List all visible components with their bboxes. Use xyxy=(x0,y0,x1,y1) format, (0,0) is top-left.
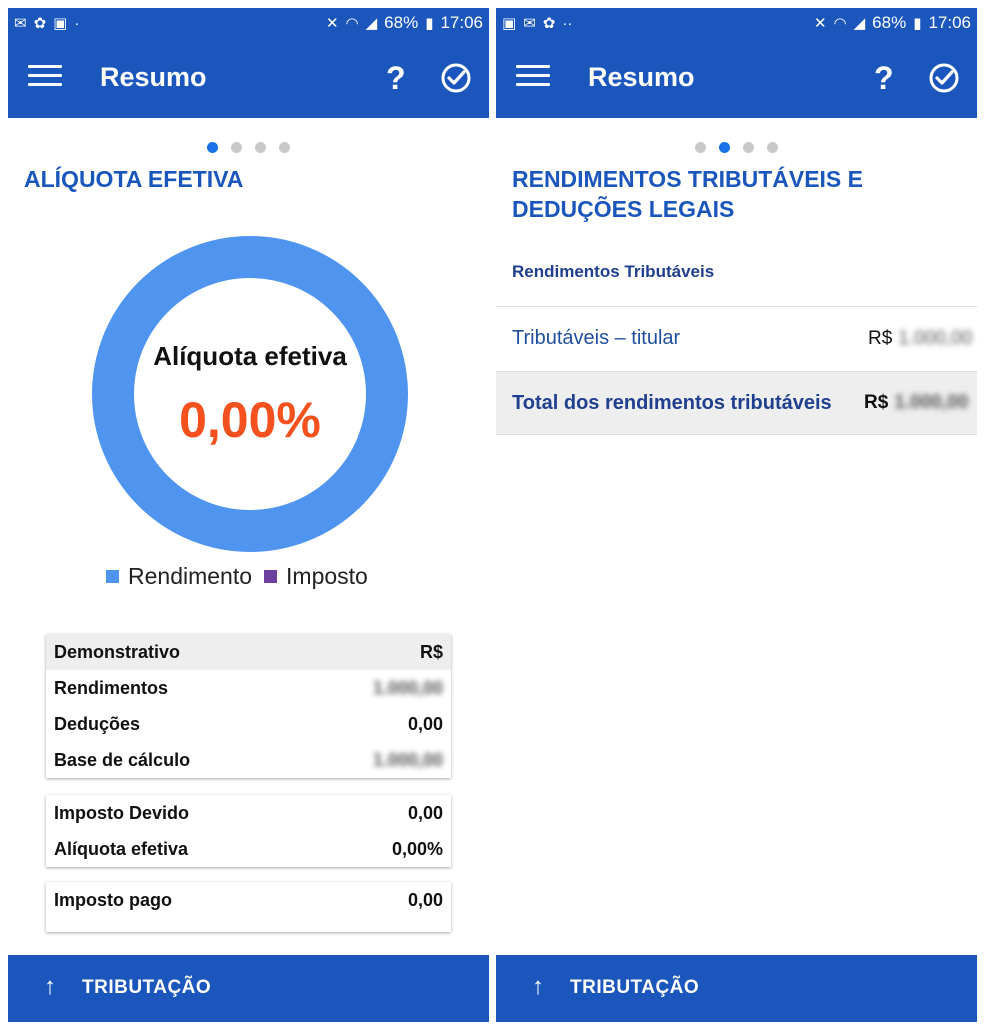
help-icon[interactable]: ? xyxy=(874,60,894,97)
section-title-line2: DEDUÇÕES LEGAIS xyxy=(512,196,735,222)
sync-icon: ✿ xyxy=(33,14,47,32)
table-row: Rendimentos 1.000,00 xyxy=(46,670,451,706)
photo-icon: ▣ xyxy=(53,14,68,32)
screen-rendimentos-tributaveis: ▣ ✉ ✿ ·· ✕ ◠ ◢ 68% ▮ 17:06 Resumo ? REND… xyxy=(496,0,977,1032)
mute-icon: ✕ xyxy=(325,14,339,32)
chart-legend: Rendimento Imposto xyxy=(106,563,380,590)
page-dot-3[interactable] xyxy=(743,142,754,153)
donut-label: Alíquota efetiva xyxy=(153,341,347,371)
donut-chart: Alíquota efetiva 0,00% xyxy=(92,236,408,552)
tributacao-button[interactable]: ↑ TRIBUTAÇÃO xyxy=(8,955,489,1022)
table-row: Imposto pago 0,00 xyxy=(46,882,451,918)
row-label: Rendimentos xyxy=(54,677,169,698)
photo-icon: ▣ xyxy=(502,14,517,32)
card-imposto-pago: Imposto pago 0,00 xyxy=(46,882,451,932)
legend-swatch xyxy=(264,570,278,583)
list-item-label: Tributáveis – titular xyxy=(512,327,681,349)
page-dot-1[interactable] xyxy=(207,142,218,153)
page-dot-1[interactable] xyxy=(695,142,706,153)
legend-swatch xyxy=(106,570,119,583)
list-item-value: R$ 1.000,00 xyxy=(868,328,972,350)
donut-value: 0,00% xyxy=(179,392,321,448)
check-circle-icon[interactable] xyxy=(440,62,472,94)
gmail-icon: ✉ xyxy=(14,14,27,32)
page-dot-3[interactable] xyxy=(255,142,266,153)
legend-item-imposto: Imposto xyxy=(264,563,368,590)
tributacao-label: TRIBUTAÇÃO xyxy=(570,977,700,998)
amount-value: 1.000,00 xyxy=(894,392,969,413)
table-row: Base de cálculo 1.000,00 xyxy=(46,742,451,778)
status-bar: ▣ ✉ ✿ ·· ✕ ◠ ◢ 68% ▮ 17:06 xyxy=(496,8,977,38)
dots-icon: ·· xyxy=(562,14,573,32)
signal-icon: ◢ xyxy=(853,14,866,32)
row-label: Base de cálculo xyxy=(54,749,191,770)
wifi-icon: ◠ xyxy=(833,14,847,32)
row-label: Imposto pago xyxy=(54,889,172,910)
currency-label: R$ xyxy=(868,327,893,349)
battery-percent: 68% xyxy=(384,13,419,32)
wifi-icon: ◠ xyxy=(345,14,359,32)
row-value: 0,00 xyxy=(407,802,443,823)
sync-icon: ✿ xyxy=(542,14,556,32)
battery-percent: 68% xyxy=(872,13,907,32)
row-value: 0,00 xyxy=(407,889,443,910)
table-row: Imposto Devido 0,00 xyxy=(46,795,451,831)
screen-aliquota-efetiva: ✉ ✿ ▣ · ✕ ◠ ◢ 68% ▮ 17:06 Resumo ? ALÍQU… xyxy=(8,0,489,1032)
legend-item-rendimento: Rendimento xyxy=(106,563,252,590)
list-item-label: Total dos rendimentos tributáveis xyxy=(512,391,832,414)
page-dot-4[interactable] xyxy=(279,142,290,153)
card-demonstrativo: Demonstrativo R$ Rendimentos 1.000,00 De… xyxy=(46,634,451,778)
row-label: Imposto Devido xyxy=(54,802,190,823)
row-value: 1.000,00 xyxy=(372,749,443,770)
signal-icon: ◢ xyxy=(365,14,378,32)
tributacao-label: TRIBUTAÇÃO xyxy=(82,977,212,998)
list-item-value: R$ 1.000,00 xyxy=(864,392,968,414)
header-label: Demonstrativo xyxy=(54,641,181,662)
row-label: Deduções xyxy=(54,713,141,734)
mute-icon: ✕ xyxy=(813,14,827,32)
page-title: Resumo xyxy=(588,62,695,92)
table-row: Deduções 0,00 xyxy=(46,706,451,742)
legend-label: Imposto xyxy=(286,563,368,589)
row-value: 0,00% xyxy=(391,838,443,859)
check-circle-icon[interactable] xyxy=(928,62,960,94)
app-bar: Resumo ? xyxy=(8,38,489,118)
clock: 17:06 xyxy=(928,13,971,32)
page-indicator xyxy=(496,142,977,153)
page-dot-4[interactable] xyxy=(767,142,778,153)
page-dot-2[interactable] xyxy=(719,142,730,153)
legend-label: Rendimento xyxy=(128,563,253,589)
arrow-up-icon: ↑ xyxy=(532,973,544,1000)
table-header: Demonstrativo R$ xyxy=(46,634,451,670)
clock: 17:06 xyxy=(440,13,483,32)
battery-icon: ▮ xyxy=(913,14,922,32)
help-icon[interactable]: ? xyxy=(386,60,406,97)
table-row: Alíquota efetiva 0,00% xyxy=(46,831,451,867)
page-dot-2[interactable] xyxy=(231,142,242,153)
page-title: Resumo xyxy=(100,62,207,92)
subhead-rendimentos-tributaveis: Rendimentos Tributáveis xyxy=(512,262,715,281)
header-value: R$ xyxy=(419,641,443,662)
menu-icon[interactable] xyxy=(516,65,550,91)
card-imposto-devido: Imposto Devido 0,00 Alíquota efetiva 0,0… xyxy=(46,795,451,867)
section-title: ALÍQUOTA EFETIVA xyxy=(24,166,244,192)
dot-icon: · xyxy=(74,14,80,32)
battery-icon: ▮ xyxy=(425,14,434,32)
arrow-up-icon: ↑ xyxy=(44,973,56,1000)
gmail-icon: ✉ xyxy=(523,14,536,32)
amount-value: 1.000,00 xyxy=(898,327,973,349)
menu-icon[interactable] xyxy=(28,65,62,91)
row-value: 0,00 xyxy=(407,713,443,734)
section-title: RENDIMENTOS TRIBUTÁVEIS E DEDUÇÕES LEGAI… xyxy=(512,164,863,224)
row-value: 1.000,00 xyxy=(372,677,443,698)
tributacao-button[interactable]: ↑ TRIBUTAÇÃO xyxy=(496,955,977,1022)
list-item-tributaveis-titular[interactable]: Tributáveis – titular R$ 1.000,00 xyxy=(496,306,977,370)
status-bar: ✉ ✿ ▣ · ✕ ◠ ◢ 68% ▮ 17:06 xyxy=(8,8,489,38)
section-title-line1: RENDIMENTOS TRIBUTÁVEIS E xyxy=(512,166,863,192)
app-bar: Resumo ? xyxy=(496,38,977,118)
row-label: Alíquota efetiva xyxy=(54,838,189,859)
currency-label: R$ xyxy=(864,392,889,413)
list-item-total-rendimentos: Total dos rendimentos tributáveis R$ 1.00… xyxy=(496,371,977,435)
page-indicator xyxy=(8,142,489,153)
